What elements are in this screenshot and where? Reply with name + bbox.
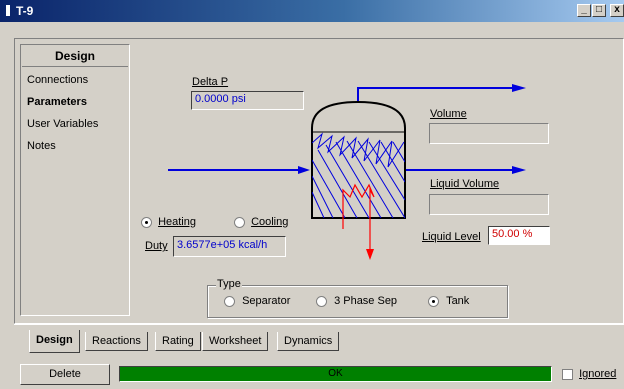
tab-rating[interactable]: Rating [155, 332, 201, 351]
tab-dynamics[interactable]: Dynamics [277, 332, 340, 351]
three-phase-sep-radio[interactable] [316, 295, 327, 307]
tab-design[interactable]: Design [29, 330, 80, 353]
three-phase-sep-label: 3 Phase Sep [334, 295, 398, 307]
tab-strip-line [14, 324, 624, 331]
delete-button[interactable]: Delete [20, 364, 110, 385]
separator-radio[interactable] [224, 295, 235, 307]
feed-stream[interactable] [168, 166, 310, 174]
separator-label: Separator [242, 295, 291, 307]
liquid-stream[interactable] [405, 166, 526, 174]
vapour-stream[interactable] [357, 84, 526, 101]
type-group-label: Type [216, 278, 242, 290]
status-bar: OK [119, 366, 552, 382]
tank-vessel[interactable] [311, 100, 406, 219]
type-option-tank[interactable]: Tank [428, 295, 469, 307]
tab-reactions[interactable]: Reactions [85, 332, 148, 351]
ignored-label: Ignored [579, 368, 617, 380]
ignored-checkbox[interactable] [562, 368, 573, 380]
tab-worksheet[interactable]: Worksheet [202, 332, 269, 351]
ignored-option[interactable]: Ignored [562, 368, 616, 380]
tank-label: Tank [446, 295, 470, 307]
type-option-separator[interactable]: Separator [224, 295, 290, 307]
type-option-3-phase-sep[interactable]: 3 Phase Sep [316, 295, 397, 307]
tank-radio[interactable] [428, 295, 439, 307]
